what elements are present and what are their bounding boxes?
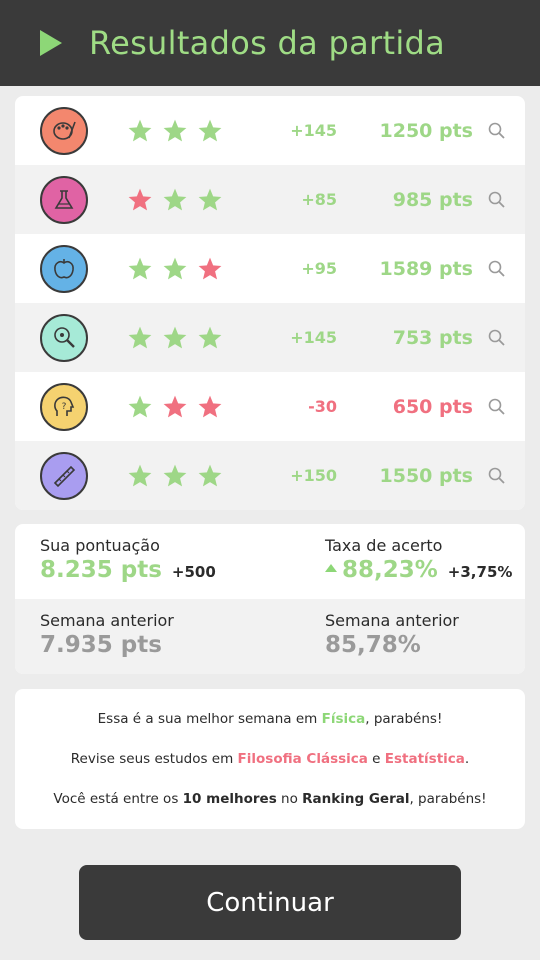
message-review: Revise seus estudos em Filosofia Clássic… — [70, 751, 470, 767]
result-row: +145 1250 pts — [15, 96, 525, 165]
result-row: +85 985 pts — [15, 165, 525, 234]
result-row: +145 753 pts — [15, 303, 525, 372]
star-rating — [127, 325, 232, 351]
prev-score-value: 7.935 pts — [40, 632, 162, 658]
stats-previous-row: Semana anterior 7.935 pts Semana anterio… — [15, 599, 525, 674]
stats-current-row: Sua pontuação 8.235 pts +500 Taxa de acer… — [15, 524, 525, 599]
header-bar: Resultados da partida — [0, 0, 540, 86]
accuracy-label: Taxa de acerto — [325, 536, 443, 555]
star-filled-icon — [163, 257, 187, 279]
points-total: 1589 pts — [379, 257, 474, 280]
page-title: Resultados da partida — [89, 24, 446, 62]
star-missed-icon — [198, 257, 222, 279]
score-label: Sua pontuação — [40, 536, 160, 555]
points-total: 985 pts — [392, 188, 473, 211]
star-rating — [127, 187, 232, 213]
search-icon[interactable] — [487, 397, 507, 417]
star-rating — [127, 118, 232, 144]
points-delta: -30 — [308, 397, 337, 416]
biology-magnifier-icon — [40, 313, 88, 362]
star-missed-icon — [198, 395, 222, 417]
star-filled-icon — [163, 188, 187, 210]
star-filled-icon — [198, 188, 222, 210]
results-list: +145 1250 pts +85 985 pts +95 1589 pts +145 753… — [15, 96, 525, 510]
stats-panel: Sua pontuação 8.235 pts +500 Taxa de acer… — [15, 524, 525, 674]
star-filled-icon — [128, 395, 152, 417]
prev-accuracy-stat: Semana anterior 85,78% — [325, 611, 459, 658]
result-row: +95 1589 pts — [15, 234, 525, 303]
result-row: ? -30 650 pts — [15, 372, 525, 441]
points-delta: +85 — [301, 190, 337, 209]
star-filled-icon — [198, 326, 222, 348]
star-filled-icon — [128, 464, 152, 486]
points-delta: +145 — [290, 328, 337, 347]
accuracy-value: 88,23% — [342, 557, 438, 583]
star-filled-icon — [128, 119, 152, 141]
prev-accuracy-label: Semana anterior — [325, 611, 459, 630]
arrow-up-icon — [325, 564, 337, 572]
star-rating — [127, 394, 232, 420]
points-delta: +150 — [290, 466, 337, 485]
score-value: 8.235 pts — [40, 557, 162, 583]
star-filled-icon — [128, 257, 152, 279]
search-icon[interactable] — [487, 121, 507, 141]
star-missed-icon — [128, 188, 152, 210]
prev-accuracy-value: 85,78% — [325, 632, 421, 658]
points-total: 1250 pts — [379, 119, 474, 142]
points-total: 650 pts — [392, 395, 473, 418]
star-missed-icon — [163, 395, 187, 417]
accuracy-extra: +3,75% — [447, 563, 513, 581]
star-filled-icon — [163, 326, 187, 348]
apple-physics-icon — [40, 244, 88, 293]
star-filled-icon — [128, 326, 152, 348]
chemistry-flask-icon — [40, 175, 88, 224]
score-extra: +500 — [171, 563, 216, 581]
star-rating — [127, 463, 232, 489]
messages-panel: Essa é a sua melhor semana em Física, pa… — [15, 689, 525, 829]
prev-score-label: Semana anterior — [40, 611, 174, 630]
star-filled-icon — [198, 464, 222, 486]
points-total: 1550 pts — [379, 464, 474, 487]
svg-text:?: ? — [62, 402, 67, 412]
play-icon — [40, 30, 62, 56]
message-ranking: Você está entre os 10 melhores no Rankin… — [53, 791, 487, 807]
search-icon[interactable] — [487, 328, 507, 348]
result-row: +150 1550 pts — [15, 441, 525, 510]
accuracy-stat: Taxa de acerto 88,23% +3,75% — [325, 536, 512, 583]
star-filled-icon — [163, 464, 187, 486]
points-delta: +95 — [301, 259, 337, 278]
score-stat: Sua pontuação 8.235 pts +500 — [40, 536, 216, 583]
prev-score-stat: Semana anterior 7.935 pts — [40, 611, 174, 658]
continue-button[interactable]: Continuar — [79, 865, 461, 940]
philosophy-head-icon: ? — [40, 382, 88, 431]
points-delta: +145 — [290, 121, 337, 140]
star-rating — [127, 256, 232, 282]
search-icon[interactable] — [487, 259, 507, 279]
star-filled-icon — [198, 119, 222, 141]
points-total: 753 pts — [392, 326, 473, 349]
math-ruler-icon — [40, 451, 88, 500]
search-icon[interactable] — [487, 190, 507, 210]
message-best-week: Essa é a sua melhor semana em Física, pa… — [97, 711, 443, 727]
star-filled-icon — [163, 119, 187, 141]
search-icon[interactable] — [487, 466, 507, 486]
art-palette-icon — [40, 106, 88, 155]
